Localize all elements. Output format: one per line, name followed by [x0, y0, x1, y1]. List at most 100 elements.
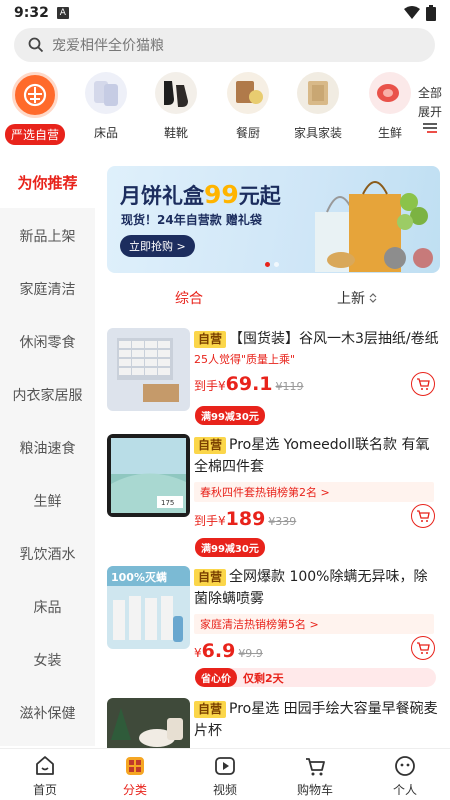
- menu-icon: [423, 123, 437, 133]
- category-label: 鞋靴: [163, 126, 188, 140]
- category-item-bedding[interactable]: 床品: [76, 72, 136, 141]
- expand-line2: 展开: [417, 105, 442, 119]
- banner-dot-active: [265, 262, 270, 267]
- product-title: 自营 【囤货装】谷风一木3层抽纸/卷纸: [194, 328, 440, 350]
- battery-icon: [426, 5, 436, 21]
- category-item-fresh[interactable]: 生鲜: [360, 72, 420, 141]
- product-price-row: 到手¥ 69.1 ¥119: [194, 373, 440, 395]
- sort-comprehensive-tab[interactable]: 综合: [175, 288, 203, 308]
- video-icon: [215, 757, 235, 775]
- product-card[interactable]: 100%灭螨 自营 全网爆款 100%除螨无异味，除菌除螨喷雾 家庭清洁热销榜第5…: [107, 566, 440, 690]
- nav-label: 粮油速食: [19, 441, 76, 457]
- product-rank-badge[interactable]: 春秋四件套热销榜第2名 >: [194, 482, 434, 502]
- sort-arrows-icon: [370, 293, 377, 303]
- category-item-self-operated[interactable]: 严选自营: [5, 72, 66, 145]
- category-item-kitchen[interactable]: 餐厨: [218, 72, 278, 141]
- nav-item-recommend[interactable]: 为你推荐: [0, 156, 95, 208]
- tab-category[interactable]: 分类: [90, 749, 180, 800]
- original-price: ¥119: [275, 380, 304, 393]
- banner-cta-button[interactable]: 立即抢购 >: [120, 235, 195, 257]
- nav-label: 新品上架: [19, 229, 76, 245]
- product-title-text: Pro星选 Yomeedoll联名款 有氧全棉四件套: [194, 437, 430, 475]
- nav-label: 乳饮酒水: [19, 547, 76, 563]
- nav-item-health[interactable]: 滋补保健: [0, 687, 95, 739]
- price-prefix: ¥: [194, 646, 202, 660]
- product-price: 189: [225, 508, 266, 530]
- nav-item-cleaning[interactable]: 家庭清洁: [0, 263, 95, 315]
- nav-item-fresh[interactable]: 生鲜: [0, 475, 95, 527]
- limited-price-banner: 省心价 仅剩2天: [195, 668, 436, 687]
- tab-video[interactable]: 视频: [180, 749, 270, 800]
- sort-newest-label: 上新: [337, 291, 365, 307]
- tab-profile[interactable]: 个人: [360, 749, 450, 800]
- add-to-cart-button[interactable]: [411, 504, 435, 528]
- nav-label: 女装: [33, 653, 62, 669]
- category-item-furniture[interactable]: 家具家装: [288, 72, 348, 141]
- nav-item-drinks[interactable]: 乳饮酒水: [0, 528, 95, 580]
- tab-cart[interactable]: 购物车: [270, 749, 360, 800]
- product-info: 自营 Pro星选 田园手绘大容量早餐碗麦片杯: [194, 698, 440, 742]
- self-operated-tag: 自营: [194, 569, 227, 586]
- nav-item-new[interactable]: 新品上架: [0, 210, 95, 262]
- search-input[interactable]: 宠爱相伴全价猫粮: [14, 28, 435, 62]
- tab-label: 视频: [212, 783, 237, 797]
- product-rank-badge[interactable]: 家庭清洁热销榜第5名 >: [194, 614, 434, 634]
- nav-item-underwear[interactable]: 内衣家居服: [0, 369, 95, 421]
- price-prefix: 到手¥: [194, 514, 226, 528]
- product-social-proof: 25人觉得"质量上乘": [194, 353, 296, 366]
- product-card[interactable]: 175 自营 Pro星选 Yomeedoll联名款 有氧全棉四件套 春秋四件套热销…: [107, 434, 440, 557]
- nav-item-women[interactable]: 女装: [0, 634, 95, 686]
- tab-label: 购物车: [296, 783, 333, 797]
- cart-icon: [306, 758, 325, 776]
- product-title: 自营 全网爆款 100%除螨无异味，除菌除螨喷雾: [194, 566, 440, 610]
- product-title-text: Pro星选 田园手绘大容量早餐碗麦片杯: [194, 701, 438, 739]
- nav-item-snacks[interactable]: 休闲零食: [0, 316, 95, 368]
- add-to-cart-button[interactable]: [411, 636, 435, 660]
- profile-icon: [395, 756, 415, 776]
- promo-countdown: 仅剩2天: [243, 672, 284, 685]
- category-label: 生鲜: [377, 126, 402, 140]
- product-title-text: 【囤货装】谷风一木3层抽纸/卷纸: [229, 331, 439, 347]
- search-placeholder: 宠爱相伴全价猫粮: [52, 38, 164, 54]
- promo-badge: 满99减30元: [195, 538, 265, 557]
- product-title: 自营 Pro星选 Yomeedoll联名款 有氧全棉四件套: [194, 434, 440, 478]
- promo-banner[interactable]: 月饼礼盒99元起 现货！24年自营款 赠礼袋 立即抢购 >: [107, 166, 440, 273]
- notification-icon: A: [56, 7, 69, 19]
- tab-home[interactable]: 首页: [0, 749, 90, 800]
- product-price-row: ¥ 6.9 ¥9.9: [194, 640, 440, 662]
- original-price: ¥339: [268, 515, 297, 528]
- self-operated-tag: 自营: [194, 437, 227, 454]
- product-title: 自营 Pro星选 田园手绘大容量早餐碗麦片杯: [194, 698, 440, 742]
- product-price: 6.9: [201, 640, 236, 662]
- banner-title-pre: 月饼礼盒: [120, 184, 204, 208]
- category-item-shoes[interactable]: 鞋靴: [146, 72, 206, 141]
- expand-all-button[interactable]: 全部 展开: [415, 84, 445, 134]
- nav-item-grain[interactable]: 粮油速食: [0, 422, 95, 474]
- price-prefix: 到手¥: [194, 379, 226, 393]
- bedding-icon: [85, 72, 127, 114]
- kitchen-icon: [227, 72, 269, 114]
- gift-bag-image: [315, 181, 433, 272]
- nav-item-bedding[interactable]: 床品: [0, 581, 95, 633]
- product-card[interactable]: 自营 【囤货装】谷风一木3层抽纸/卷纸 25人觉得"质量上乘" 到手¥ 69.1 …: [107, 328, 440, 428]
- cart-icon: [417, 642, 430, 654]
- tab-label: 首页: [32, 783, 57, 797]
- shoes-icon: [155, 72, 197, 114]
- cart-icon: [417, 378, 430, 390]
- add-to-cart-button[interactable]: [411, 372, 435, 396]
- sort-newest-tab[interactable]: 上新: [337, 288, 377, 308]
- tab-label: 个人: [392, 783, 417, 797]
- cart-icon: [417, 510, 430, 522]
- product-price-row: 到手¥ 189 ¥339: [194, 508, 440, 530]
- product-info: 自营 Pro星选 Yomeedoll联名款 有氧全棉四件套 春秋四件套热销榜第2名…: [194, 434, 440, 530]
- self-operated-tag: 自营: [194, 701, 227, 718]
- nav-label: 为你推荐: [17, 173, 78, 192]
- left-category-nav: 为你推荐 新品上架 家庭清洁 休闲零食 内衣家居服 粮油速食 生鲜 乳饮酒水 床…: [0, 156, 95, 746]
- sort-bar: 综合 上新: [107, 288, 440, 312]
- product-info: 自营 【囤货装】谷风一木3层抽纸/卷纸 25人觉得"质量上乘" 到手¥ 69.1 …: [194, 328, 440, 395]
- nav-label: 生鲜: [33, 494, 62, 510]
- nav-label: 滋补保健: [19, 706, 76, 722]
- banner-title-post: 元起: [238, 184, 281, 208]
- product-card[interactable]: 自营 Pro星选 田园手绘大容量早餐碗麦片杯: [107, 698, 440, 748]
- nav-label: 床品: [33, 600, 62, 616]
